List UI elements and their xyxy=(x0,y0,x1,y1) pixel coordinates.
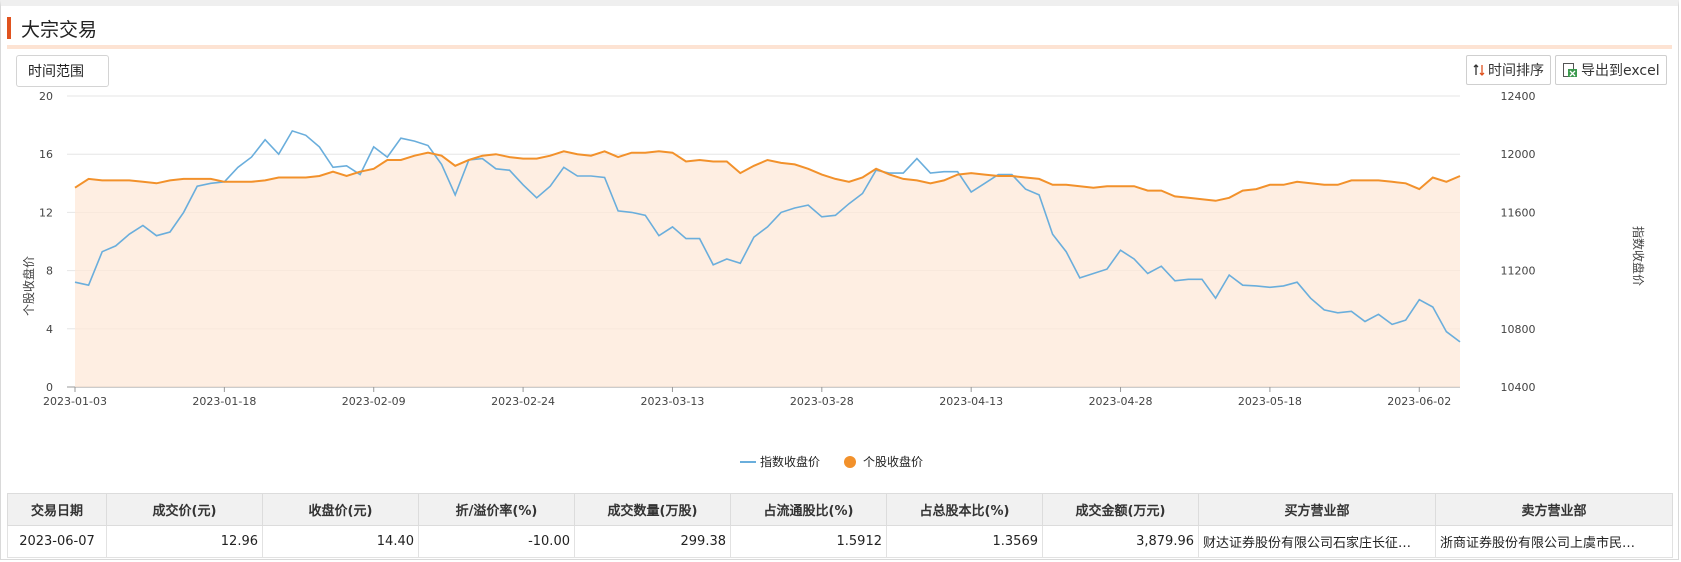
chart-legend[interactable]: 指数收盘价 个股收盘价 xyxy=(740,454,923,469)
right-tick-label: 10400 xyxy=(1501,381,1536,394)
time-sort-button[interactable]: 时间排序 xyxy=(1466,55,1551,85)
header-seller[interactable]: 卖方营业部 xyxy=(1435,493,1673,526)
table-header-row: 交易日期 成交价(元) 收盘价(元) 折/溢价率(%) 成交数量(万股) 占流通… xyxy=(7,493,1673,526)
legend-index-label: 指数收盘价 xyxy=(760,454,820,469)
time-range-label: 时间范围 xyxy=(28,64,84,80)
x-tick-label: 2023-05-18 xyxy=(1238,395,1302,408)
left-tick-label: 20 xyxy=(39,90,53,103)
header-trade-date[interactable]: 交易日期 xyxy=(7,493,107,526)
cell-total-ratio: 1.3569 xyxy=(886,525,1043,558)
x-tick-label: 2023-04-13 xyxy=(939,395,1003,408)
right-tick-label: 12400 xyxy=(1501,90,1536,103)
panel-title: 大宗交易 xyxy=(21,18,98,41)
right-tick-label: 10800 xyxy=(1501,323,1536,336)
left-axis-ticks: 0 4 8 12 16 20 xyxy=(39,90,53,394)
header-amount[interactable]: 成交金额(万元) xyxy=(1042,493,1199,526)
title-underline xyxy=(7,45,1672,49)
x-tick-label: 2023-02-09 xyxy=(342,395,406,408)
left-tick-label: 8 xyxy=(46,265,53,278)
header-deal-price[interactable]: 成交价(元) xyxy=(106,493,263,526)
x-tick-label: 2023-01-03 xyxy=(43,395,107,408)
panel-header: 大宗交易 xyxy=(7,14,97,42)
header-premium-rate[interactable]: 折/溢价率(%) xyxy=(418,493,575,526)
table-row: 2023-06-07 12.96 14.40 -10.00 299.38 1.5… xyxy=(7,525,1673,558)
x-axis-ticks: 2023-01-03 2023-01-18 2023-02-09 2023-02-24… xyxy=(43,387,1451,408)
price-chart: 0 4 8 12 16 20 10400 10800 11200 11600 12000 12400… xyxy=(21,90,1646,469)
cell-close-price: 14.40 xyxy=(262,525,419,558)
right-tick-label: 11200 xyxy=(1501,265,1536,278)
left-tick-label: 0 xyxy=(46,381,53,394)
cell-deal-price: 12.96 xyxy=(106,525,263,558)
title-accent-bar xyxy=(7,17,11,39)
header-buyer[interactable]: 买方营业部 xyxy=(1198,493,1436,526)
left-tick-label: 4 xyxy=(46,323,53,336)
header-volume[interactable]: 成交数量(万股) xyxy=(574,493,731,526)
x-tick-label: 2023-03-13 xyxy=(640,395,704,408)
left-tick-label: 12 xyxy=(39,206,53,219)
block-trade-table: 交易日期 成交价(元) 收盘价(元) 折/溢价率(%) 成交数量(万股) 占流通… xyxy=(7,493,1673,558)
time-range-button[interactable]: 时间范围 xyxy=(16,55,109,87)
left-axis-title: 个股收盘价 xyxy=(21,256,36,316)
cell-trade-date: 2023-06-07 xyxy=(7,525,107,558)
sort-arrows-icon xyxy=(1473,64,1485,76)
cell-volume: 299.38 xyxy=(574,525,731,558)
legend-stock-label: 个股收盘价 xyxy=(863,454,923,469)
left-tick-label: 16 xyxy=(39,148,53,161)
cell-seller[interactable]: 浙商证券股份有限公司上虞市民… xyxy=(1435,525,1673,558)
right-tick-label: 12000 xyxy=(1501,148,1536,161)
x-tick-label: 2023-01-18 xyxy=(192,395,256,408)
legend-item-index[interactable]: 指数收盘价 xyxy=(740,454,820,469)
time-sort-label: 时间排序 xyxy=(1488,63,1544,79)
right-axis-ticks: 10400 10800 11200 11600 12000 12400 xyxy=(1501,90,1536,394)
excel-export-icon xyxy=(1563,63,1577,77)
right-tick-label: 11600 xyxy=(1501,206,1536,219)
x-tick-label: 2023-04-28 xyxy=(1089,395,1153,408)
stock-price-area xyxy=(75,151,1460,387)
right-axis-title: 指数收盘价 xyxy=(1631,226,1646,286)
cell-float-ratio: 1.5912 xyxy=(730,525,887,558)
header-total-ratio[interactable]: 占总股本比(%) xyxy=(886,493,1043,526)
x-tick-label: 2023-02-24 xyxy=(491,395,555,408)
x-tick-label: 2023-06-02 xyxy=(1387,395,1451,408)
x-tick-label: 2023-03-28 xyxy=(790,395,854,408)
header-float-ratio[interactable]: 占流通股比(%) xyxy=(730,493,887,526)
cell-premium-rate: -10.00 xyxy=(418,525,575,558)
cell-amount: 3,879.96 xyxy=(1042,525,1199,558)
export-excel-button[interactable]: 导出到excel xyxy=(1555,55,1667,85)
export-excel-label: 导出到excel xyxy=(1581,63,1660,79)
header-close-price[interactable]: 收盘价(元) xyxy=(262,493,419,526)
cell-buyer[interactable]: 财达证券股份有限公司石家庄长征… xyxy=(1198,525,1436,558)
legend-item-stock[interactable]: 个股收盘价 xyxy=(844,454,923,469)
legend-stock-swatch xyxy=(844,456,856,468)
